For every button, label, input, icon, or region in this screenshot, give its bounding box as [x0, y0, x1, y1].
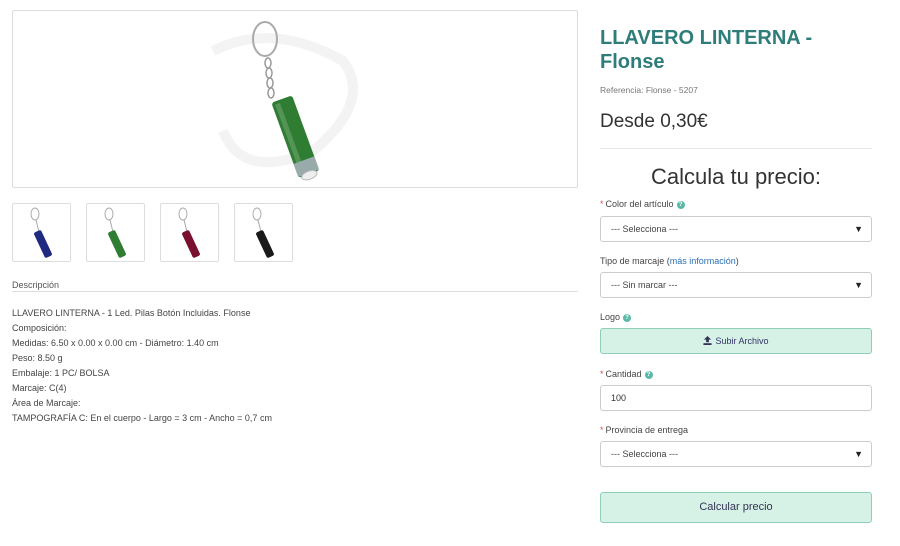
description-line: TAMPOGRAFÍA C: En el cuerpo - Largo = 3 … [12, 413, 272, 423]
marking-label-text: Tipo de marcaje ( [600, 256, 670, 266]
color-label: * Color del artículo? [600, 199, 685, 209]
upload-file-button[interactable]: Subir Archivo [600, 328, 872, 354]
quantity-label: * Cantidad? [600, 369, 653, 379]
divider [12, 291, 578, 292]
thumbnail-green[interactable] [86, 203, 145, 262]
color-select-value: --- Selecciona --- [611, 224, 679, 234]
description-line: Peso: 8.50 g [12, 353, 63, 363]
marking-select-value: --- Sin marcar --- [611, 280, 678, 290]
color-select[interactable]: --- Selecciona --- ▼ [600, 216, 872, 242]
required-mark: * [600, 369, 604, 379]
quantity-label-text: Cantidad [605, 369, 642, 379]
province-label-text: Provincia de entrega [605, 425, 689, 435]
description-line: LLAVERO LINTERNA - 1 Led. Pilas Botón In… [12, 308, 251, 318]
marking-label-end: ) [735, 256, 739, 266]
thumbnail-black[interactable] [234, 203, 293, 262]
help-icon[interactable]: ? [676, 201, 685, 209]
province-select-value: --- Selecciona --- [611, 449, 679, 459]
description-body: LLAVERO LINTERNA - 1 Led. Pilas Botón In… [12, 306, 578, 426]
calculate-price-button[interactable]: Calcular precio [600, 492, 872, 523]
calculator-title: Calcula tu precio: [651, 164, 821, 189]
thumbnail-strip [12, 203, 302, 263]
description-line: Marcaje: C(4) [12, 383, 67, 393]
upload-button-label: Subir Archivo [715, 336, 769, 346]
thumbnail-blue[interactable] [12, 203, 71, 262]
description-line: Medidas: 6.50 x 0.00 x 0.00 cm - Diámetr… [12, 338, 219, 348]
thumbnail-red[interactable] [160, 203, 219, 262]
product-title: LLAVERO LINTERNA - Flonse [600, 27, 813, 73]
description-line: Área de Marcaje: [12, 398, 81, 408]
required-mark: * [600, 199, 604, 209]
product-main-image[interactable] [12, 10, 578, 188]
more-info-link[interactable]: más información [670, 256, 736, 266]
product-reference: Referencia: Flonse - 5207 [600, 85, 698, 95]
logo-label-text: Logo [600, 312, 621, 322]
divider [600, 148, 872, 149]
dropdown-arrow-icon: ▼ [854, 280, 863, 290]
marking-label: Tipo de marcaje (más información) [600, 256, 739, 266]
description-tab[interactable]: Descripción [12, 280, 59, 290]
description-line: Embalaje: 1 PC/ BOLSA [12, 368, 110, 378]
help-icon[interactable]: ? [623, 314, 632, 322]
province-select[interactable]: --- Selecciona --- ▼ [600, 441, 872, 467]
dropdown-arrow-icon: ▼ [854, 449, 863, 459]
product-price: Desde 0,30€ [600, 111, 708, 132]
dropdown-arrow-icon: ▼ [854, 224, 863, 234]
logo-label: Logo? [600, 312, 632, 322]
help-icon[interactable]: ? [644, 371, 653, 379]
description-line: Composición: [12, 323, 67, 333]
quantity-input[interactable] [600, 385, 872, 411]
province-label: * Provincia de entrega [600, 425, 688, 435]
upload-icon [703, 336, 713, 345]
marking-select[interactable]: --- Sin marcar --- ▼ [600, 272, 872, 298]
color-label-text: Color del artículo [605, 199, 674, 209]
required-mark: * [600, 425, 604, 435]
